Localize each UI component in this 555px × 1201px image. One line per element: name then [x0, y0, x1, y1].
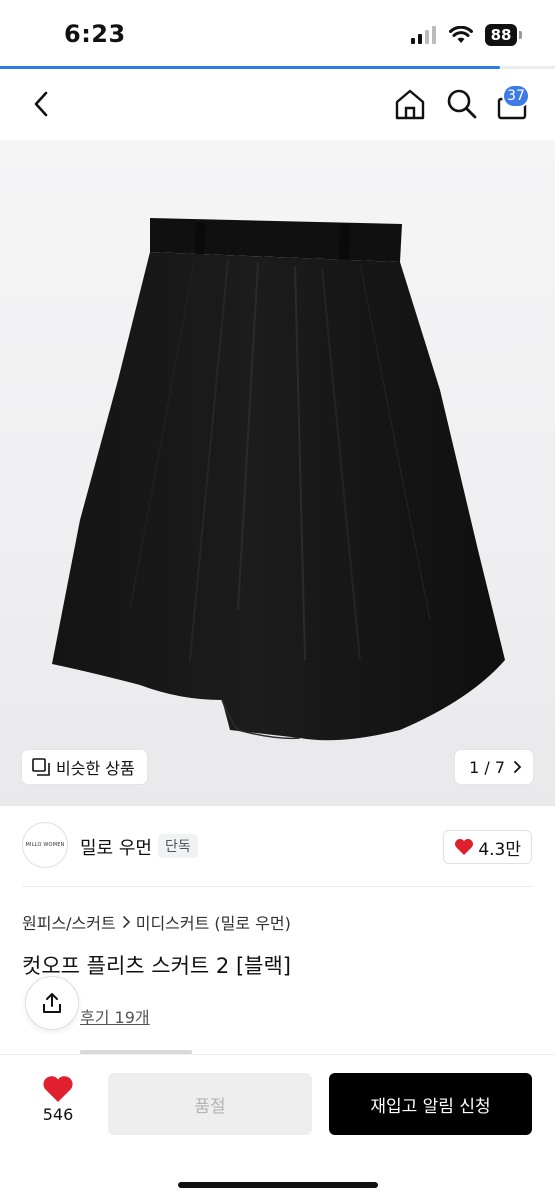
wishlist-count: 546 [42, 1105, 74, 1124]
status-time: 6:23 [64, 20, 126, 48]
status-bar: 6:23 88 [0, 0, 555, 64]
product-photo [52, 218, 505, 741]
similar-products-label: 비슷한 상품 [56, 759, 135, 778]
image-page-indicator: 1 / 7 [469, 757, 505, 777]
brand-like-button[interactable]: 4.3만 [443, 830, 532, 864]
brand-like-count: 4.3만 [478, 839, 521, 860]
brand-logo[interactable]: MILLO WOMEN [22, 822, 68, 868]
image-pager-button[interactable]: 1 / 7 [455, 750, 533, 784]
search-icon[interactable] [444, 86, 480, 122]
home-indicator [178, 1182, 378, 1188]
top-navigation [0, 70, 555, 140]
share-button[interactable] [25, 976, 79, 1030]
cellular-signal-icon [411, 26, 436, 44]
wishlist-button[interactable]: 546 [30, 1075, 86, 1135]
wifi-icon [449, 26, 473, 43]
chevron-right-icon [514, 761, 522, 773]
product-title: 컷오프 플리츠 스커트 2 [블랙] [22, 954, 291, 978]
breadcrumb-category[interactable]: 원피스/스커트 [22, 910, 116, 934]
sold-out-button[interactable]: 품절 [108, 1073, 312, 1135]
battery-indicator: 88 [485, 24, 522, 46]
review-count-link[interactable]: 후기 19개 [80, 1004, 150, 1028]
exclusive-badge: 단독 [158, 834, 198, 858]
restock-alert-button[interactable]: 재입고 알림 신청 [329, 1073, 532, 1135]
chevron-right-icon [122, 916, 130, 928]
similar-products-button[interactable]: 비슷한 상품 [22, 750, 147, 784]
brand-row: MILLO WOMEN 밀로 우먼 단독 4.3만 [0, 818, 555, 874]
product-image-gallery[interactable]: 비슷한 상품 1 / 7 [0, 140, 555, 806]
status-icons: 88 [411, 24, 522, 46]
heart-icon [455, 839, 474, 855]
page-load-progress-fill [0, 66, 500, 69]
bottom-action-bar: 546 품절 재입고 알림 신청 [0, 1054, 555, 1201]
chevron-left-icon[interactable] [26, 88, 58, 120]
battery-level: 88 [490, 26, 512, 44]
cart-count-badge: 37 [502, 84, 530, 108]
home-icon[interactable] [392, 86, 428, 122]
share-icon [43, 993, 61, 1013]
breadcrumb-subcategory[interactable]: 미디스커트 (밀로 우먼) [136, 910, 291, 934]
breadcrumb: 원피스/스커트 미디스커트 (밀로 우먼) [22, 910, 291, 934]
brand-name[interactable]: 밀로 우먼 [80, 834, 152, 860]
page-load-progress-bar [0, 66, 555, 69]
brand-logo-text: MILLO WOMEN [25, 842, 65, 848]
similar-items-icon [32, 758, 50, 776]
heart-icon [43, 1076, 73, 1102]
section-divider [22, 886, 533, 887]
